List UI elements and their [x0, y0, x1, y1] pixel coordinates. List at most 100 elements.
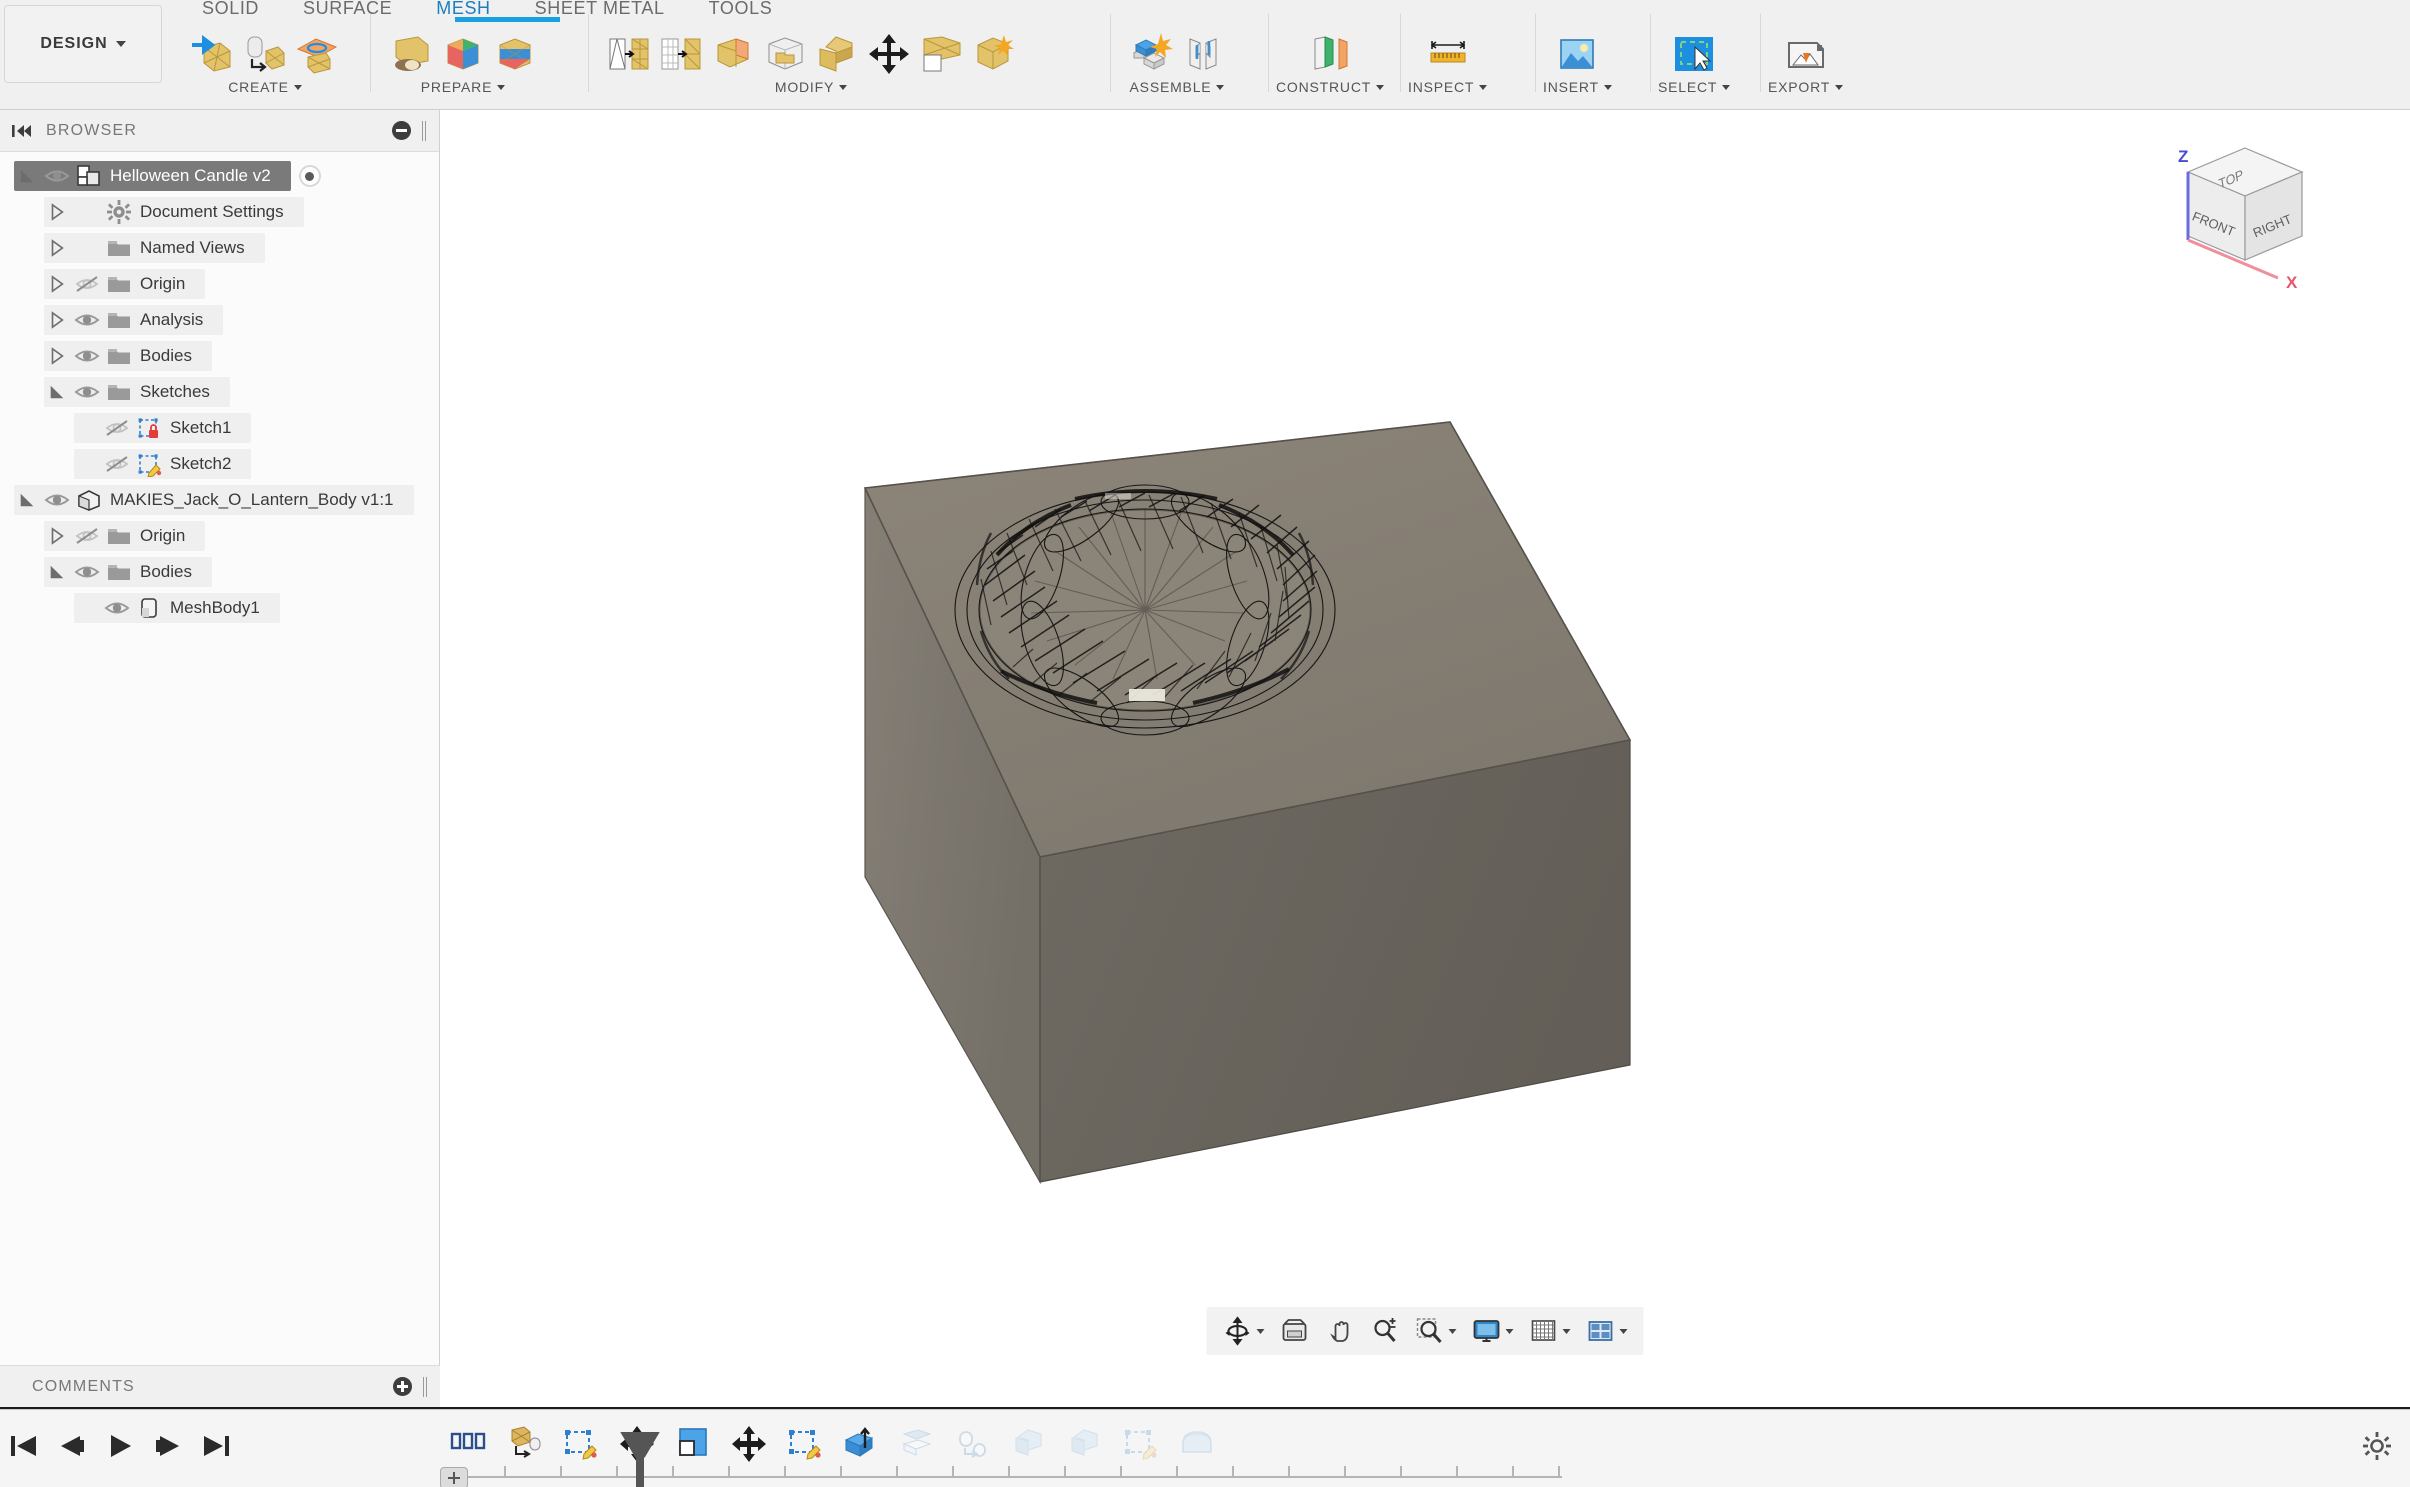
- new-component-icon[interactable]: [1128, 31, 1174, 77]
- combine-feature-icon[interactable]: [1008, 1424, 1050, 1464]
- tree-item-helloween-candle-v2[interactable]: Helloween Candle v2: [0, 158, 439, 194]
- offset-feature-icon[interactable]: [896, 1424, 938, 1464]
- collapse-arrow-icon[interactable]: [44, 377, 70, 407]
- smooth-icon[interactable]: [814, 31, 860, 77]
- tree-item-makies-jack-o-lantern-body-v1-1[interactable]: MAKIES_Jack_O_Lantern_Body v1:1: [0, 482, 439, 518]
- viewports-icon[interactable]: [1580, 1314, 1634, 1348]
- eye-visible-icon[interactable]: [100, 593, 134, 623]
- mesh-section-sketch-icon[interactable]: [294, 31, 340, 77]
- insert-image-icon[interactable]: [1554, 31, 1600, 77]
- pan-icon[interactable]: [1319, 1314, 1361, 1348]
- step-back-icon[interactable]: [58, 1433, 86, 1464]
- viewcube[interactable]: TOP FRONT RIGHT Z X: [2150, 120, 2340, 310]
- eye-visible-icon[interactable]: [70, 557, 104, 587]
- eye-visible-icon[interactable]: [40, 485, 74, 515]
- workspace-switcher-button[interactable]: DESIGN: [4, 5, 162, 83]
- eye-hidden-icon[interactable]: [100, 449, 134, 479]
- grid-snap-icon[interactable]: [1523, 1314, 1577, 1348]
- ribbon-group-export-label[interactable]: EXPORT: [1768, 77, 1844, 97]
- create-mesh-icon[interactable]: [190, 31, 236, 77]
- sketch-feature-icon[interactable]: [784, 1424, 826, 1464]
- tree-item-origin[interactable]: Origin: [0, 518, 439, 554]
- browser-resize-grip[interactable]: [422, 120, 427, 141]
- expand-arrow-icon[interactable]: [44, 521, 70, 551]
- reduce-icon[interactable]: [658, 31, 704, 77]
- offset-plane-icon[interactable]: [1307, 31, 1353, 77]
- ribbon-group-inspect-label[interactable]: INSPECT: [1408, 77, 1488, 97]
- generate-face-groups-icon[interactable]: [388, 31, 434, 77]
- remesh-icon[interactable]: [606, 31, 652, 77]
- collapse-panel-icon[interactable]: [12, 123, 32, 139]
- select-window-icon[interactable]: [1671, 31, 1717, 77]
- tree-item-named-views[interactable]: Named Views: [0, 230, 439, 266]
- timeline-playhead[interactable]: [636, 1455, 644, 1487]
- ribbon-group-create-label[interactable]: CREATE: [228, 77, 302, 97]
- ribbon-group-construct-label[interactable]: CONSTRUCT: [1276, 77, 1385, 97]
- move-feature-icon[interactable]: [728, 1424, 770, 1464]
- ribbon-group-select-label[interactable]: SELECT: [1658, 77, 1731, 97]
- ribbon-group-insert-label[interactable]: INSERT: [1543, 77, 1612, 97]
- sketch-feature-icon[interactable]: [1120, 1424, 1162, 1464]
- collapse-arrow-icon[interactable]: [14, 161, 40, 191]
- combine-feature-icon[interactable]: [1064, 1424, 1106, 1464]
- tree-item-bodies[interactable]: Bodies: [0, 554, 439, 590]
- segment-mesh-icon[interactable]: [440, 31, 486, 77]
- timeline-marker-icon[interactable]: [440, 1466, 468, 1487]
- component-activate-badge[interactable]: [298, 165, 321, 187]
- zoom-window-icon[interactable]: [1409, 1314, 1463, 1348]
- fillet-feature-icon[interactable]: [1176, 1424, 1218, 1464]
- erase-and-fill-icon[interactable]: [762, 31, 808, 77]
- direct-edit-icon[interactable]: [970, 31, 1016, 77]
- expand-arrow-icon[interactable]: [44, 197, 70, 227]
- expand-arrow-icon[interactable]: [44, 341, 70, 371]
- step-forward-icon[interactable]: [154, 1433, 182, 1464]
- measure-icon[interactable]: [1425, 31, 1471, 77]
- collapse-arrow-icon[interactable]: [44, 557, 70, 587]
- go-to-end-icon[interactable]: [202, 1433, 230, 1464]
- sketch-feature-icon[interactable]: [560, 1424, 602, 1464]
- display-settings-icon[interactable]: [1466, 1314, 1520, 1348]
- split-face-icon[interactable]: [492, 31, 538, 77]
- eye-visible-icon[interactable]: [70, 377, 104, 407]
- ribbon-group-prepare-label[interactable]: PREPARE: [421, 77, 506, 97]
- go-to-beginning-icon[interactable]: [10, 1433, 38, 1464]
- tree-item-bodies[interactable]: Bodies: [0, 338, 439, 374]
- comments-header[interactable]: COMMENTS: [0, 1365, 440, 1407]
- tree-item-sketch2[interactable]: Sketch2: [0, 446, 439, 482]
- expand-arrow-icon[interactable]: [44, 233, 70, 263]
- ribbon-group-assemble-label[interactable]: ASSEMBLE: [1130, 77, 1225, 97]
- play-icon[interactable]: [106, 1433, 134, 1464]
- eye-visible-icon[interactable]: [40, 161, 74, 191]
- eye-hidden-icon[interactable]: [70, 269, 104, 299]
- browser-minimize-button[interactable]: [390, 120, 412, 142]
- look-at-icon[interactable]: [1274, 1314, 1316, 1348]
- canvas-viewport[interactable]: TOP FRONT RIGHT Z X: [440, 110, 2410, 1365]
- timeline-track[interactable]: [258, 1410, 2362, 1487]
- collapse-arrow-icon[interactable]: [14, 485, 40, 515]
- eye-hidden-icon[interactable]: [100, 413, 134, 443]
- eye-visible-icon[interactable]: [70, 341, 104, 371]
- eye-hidden-icon[interactable]: [70, 521, 104, 551]
- tree-item-sketch1[interactable]: Sketch1: [0, 410, 439, 446]
- shell-feature-icon[interactable]: [952, 1424, 994, 1464]
- extrude-feature-icon[interactable]: [840, 1424, 882, 1464]
- tree-item-analysis[interactable]: Analysis: [0, 302, 439, 338]
- orbit-icon[interactable]: [1217, 1314, 1271, 1348]
- comments-add-button[interactable]: [391, 1376, 413, 1398]
- expand-arrow-icon[interactable]: [44, 305, 70, 335]
- tree-item-meshbody1[interactable]: MeshBody1: [0, 590, 439, 626]
- timeline-settings-button[interactable]: [2362, 1431, 2410, 1466]
- document-settings-feature-icon[interactable]: [448, 1424, 490, 1464]
- joint-icon[interactable]: [1180, 31, 1226, 77]
- box-feature-icon[interactable]: [672, 1424, 714, 1464]
- mesh-from-bodies-icon[interactable]: [242, 31, 288, 77]
- delete-faces-icon[interactable]: [918, 31, 964, 77]
- move-copy-icon[interactable]: [866, 31, 912, 77]
- tree-item-sketches[interactable]: Sketches: [0, 374, 439, 410]
- insert-mesh-feature-icon[interactable]: [504, 1424, 546, 1464]
- comments-resize-grip[interactable]: [423, 1376, 428, 1397]
- tree-item-document-settings[interactable]: Document Settings: [0, 194, 439, 230]
- make-closed-mesh-icon[interactable]: [710, 31, 756, 77]
- eye-visible-icon[interactable]: [70, 305, 104, 335]
- expand-arrow-icon[interactable]: [44, 269, 70, 299]
